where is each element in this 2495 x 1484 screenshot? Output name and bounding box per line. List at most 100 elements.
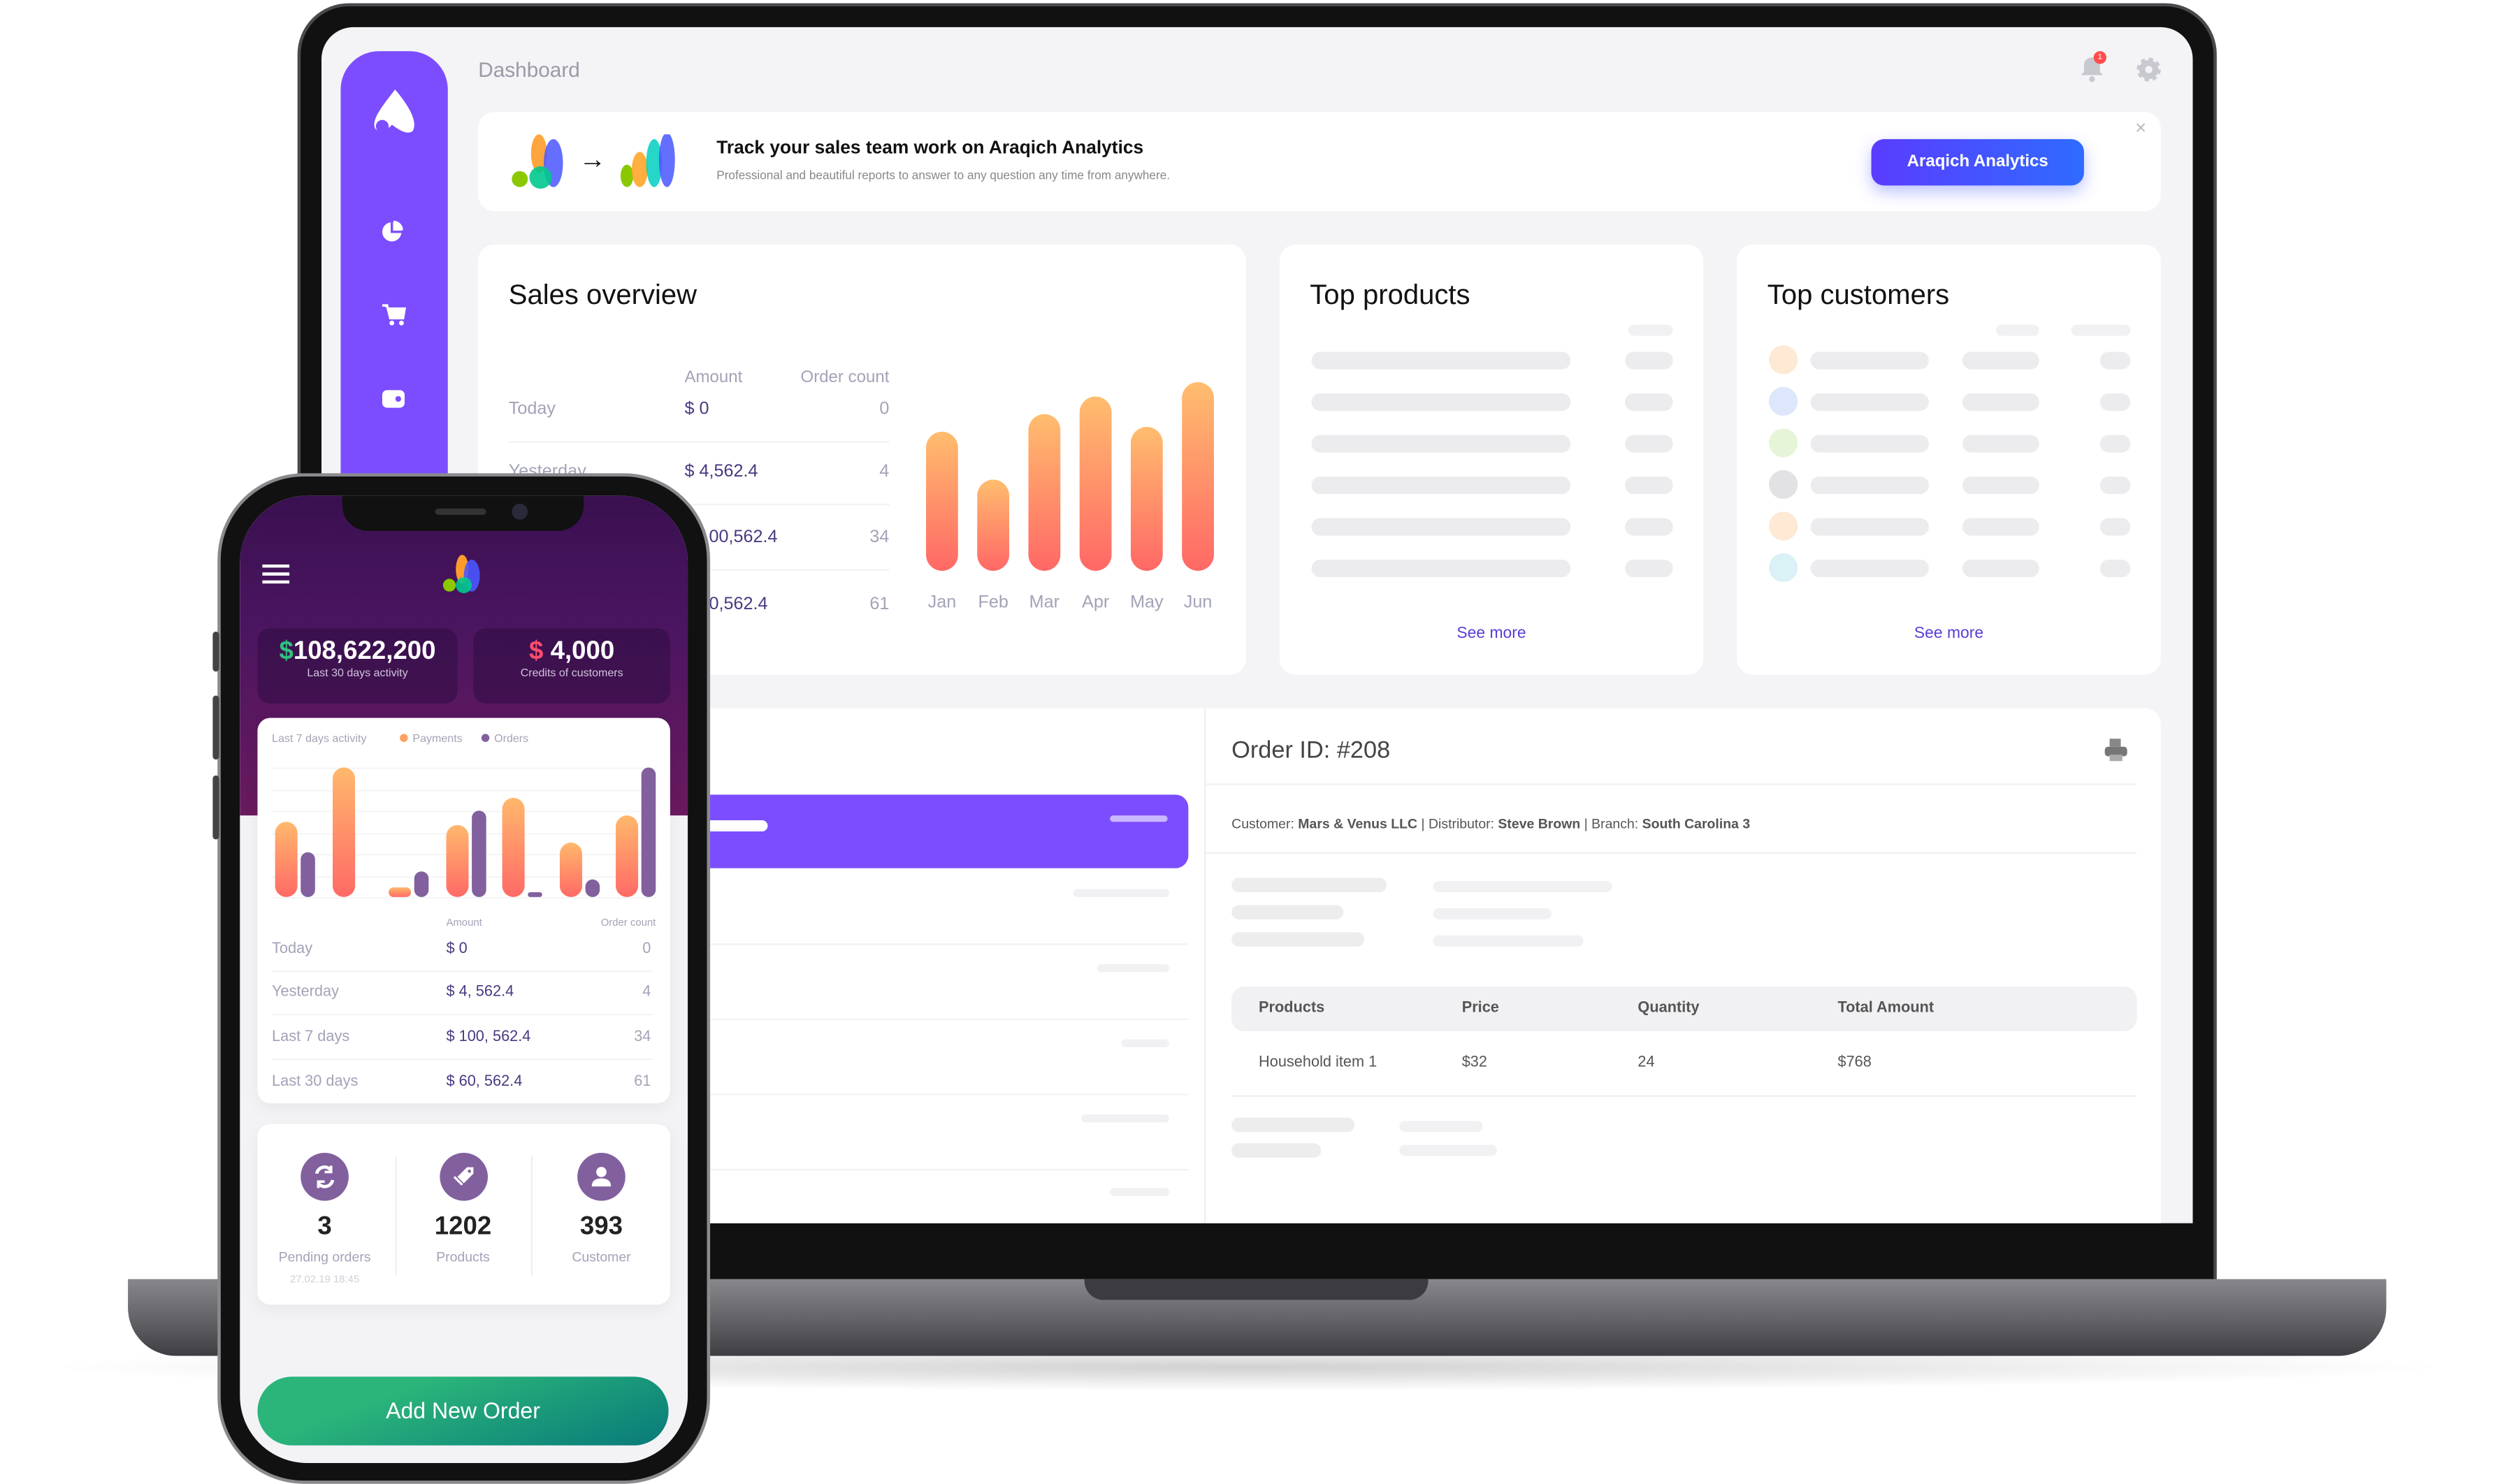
hamburger-icon	[262, 564, 290, 584]
x-tick-label: Jan	[927, 593, 957, 613]
row-amount: $ 0	[684, 400, 709, 419]
laptop-notch	[1084, 1279, 1429, 1300]
orders-bar	[470, 810, 486, 897]
column-header: Quantity	[1637, 999, 1700, 1017]
orders-bar	[641, 767, 656, 897]
column-header: Total Amount	[1837, 999, 1934, 1017]
avatar	[1769, 428, 1798, 458]
row-label: Yesterday	[272, 983, 339, 1001]
payments-bar	[502, 797, 525, 897]
total-activity-card: $108,622,200 Last 30 days activity	[257, 628, 458, 704]
legend-orders: Orders	[481, 734, 528, 745]
skeleton-header	[1996, 324, 2039, 336]
bar-Apr	[1079, 397, 1112, 571]
order-meta: Customer: Mars & Venus LLC | Distributor…	[1231, 815, 1751, 832]
avatar	[1769, 386, 1798, 416]
selected-order-row[interactable]	[703, 794, 1189, 868]
row-label: Today	[508, 400, 556, 419]
x-tick-label: Apr	[1082, 593, 1110, 613]
phone-count-header: Order count	[600, 917, 656, 929]
sidebar-item-orders[interactable]	[381, 303, 407, 326]
order-count-header: Order count	[800, 368, 890, 387]
bar-May	[1130, 427, 1163, 571]
notification-badge: 1	[2093, 51, 2106, 64]
payments-bar	[616, 815, 639, 897]
table-cell: $768	[1837, 1054, 1872, 1072]
payments-bar	[558, 842, 581, 897]
pie-chart-icon	[382, 220, 403, 242]
column-header: Products	[1259, 999, 1325, 1017]
stat-value: 1202	[434, 1213, 492, 1241]
sync-icon	[301, 1153, 349, 1201]
avatar	[1769, 345, 1798, 374]
top-products-title: Top products	[1310, 278, 1470, 310]
stat-value: 393	[579, 1213, 623, 1241]
payments-bar	[275, 822, 298, 897]
x-tick-label: May	[1130, 593, 1164, 613]
credits-value: 4,000	[550, 638, 615, 666]
top-products-see-more[interactable]: See more	[1280, 625, 1703, 643]
user-icon	[577, 1153, 625, 1201]
araqich-analytics-button[interactable]: Araqich Analytics	[1871, 139, 2084, 186]
customer-name: Mars & Venus LLC	[1298, 815, 1418, 832]
row-count: 34	[869, 528, 890, 547]
x-tick-label: Feb	[978, 593, 1008, 613]
sales-overview-title: Sales overview	[508, 278, 697, 310]
settings-button[interactable]	[2135, 56, 2162, 83]
wallet-icon	[382, 390, 405, 408]
orders-bar	[414, 871, 429, 897]
banner-title: Track your sales team work on Araqich An…	[716, 139, 1144, 159]
order-title: Order ID: #208	[1231, 736, 1391, 764]
row-amount: $ 4,562.4	[684, 462, 758, 481]
avatar	[1769, 553, 1798, 583]
order-detail-card: Order ID: #208 Customer: Mars & Venus LL…	[1204, 708, 2161, 1223]
table-cell: Household item 1	[1259, 1054, 1377, 1072]
add-new-order-button[interactable]: Add New Order	[257, 1376, 669, 1446]
orders-bar	[584, 880, 600, 897]
credits-label: Credits of customers	[520, 668, 623, 680]
distributor-name: Steve Brown	[1498, 815, 1581, 832]
sidebar-item-wallet[interactable]	[381, 387, 407, 409]
grid-line	[272, 896, 656, 899]
print-icon[interactable]	[2103, 737, 2129, 763]
top-customers-see-more[interactable]: See more	[1737, 625, 2160, 643]
payments-bar	[445, 824, 468, 897]
table-cell: $32	[1461, 1054, 1487, 1072]
avatar	[1769, 470, 1798, 500]
row-count: 34	[634, 1028, 651, 1046]
top-products-card: Top products See more	[1279, 245, 1704, 675]
activity-card: Last 7 days activity Payments Orders Amo…	[257, 718, 670, 1104]
analytics-logo-icon	[620, 134, 675, 187]
payments-bar	[389, 887, 412, 897]
phone-amount-header: Amount	[446, 917, 482, 929]
legend-payments: Payments	[400, 734, 463, 745]
row-label: Last 30 days	[272, 1072, 359, 1091]
stat-label: Customer	[572, 1249, 631, 1265]
stat-label: Products	[436, 1249, 490, 1265]
phone-notch	[342, 495, 584, 531]
branch-name: South Carolina 3	[1642, 815, 1751, 832]
row-count: 4	[642, 983, 651, 1001]
sidebar-item-reports[interactable]	[381, 219, 405, 243]
row-count: 0	[879, 400, 890, 419]
bar-Jan	[926, 431, 958, 571]
cart-icon	[382, 304, 407, 326]
total-activity-label: Last 30 days activity	[307, 668, 408, 680]
tag-icon	[439, 1153, 487, 1201]
app-logo-icon	[442, 555, 480, 594]
row-amount: $ 100, 562.4	[446, 1028, 531, 1046]
grid-line	[272, 789, 656, 791]
menu-button[interactable]	[262, 563, 290, 584]
notifications-button[interactable]: 1	[2078, 51, 2106, 83]
column-header: Price	[1461, 999, 1499, 1017]
stat-timestamp: 27.02.19 18:45	[289, 1274, 360, 1286]
row-label: Last 7 days	[272, 1028, 350, 1046]
amount-header: Amount	[684, 368, 743, 387]
activity-title: Last 7 days activity	[272, 734, 367, 745]
x-tick-label: Mar	[1029, 593, 1060, 613]
row-label: Today	[272, 940, 313, 958]
row-amount: $ 60, 562.4	[446, 1072, 523, 1091]
close-banner-button[interactable]: ×	[2135, 117, 2146, 139]
top-customers-title: Top customers	[1767, 278, 1950, 310]
row-count: 61	[869, 595, 890, 614]
